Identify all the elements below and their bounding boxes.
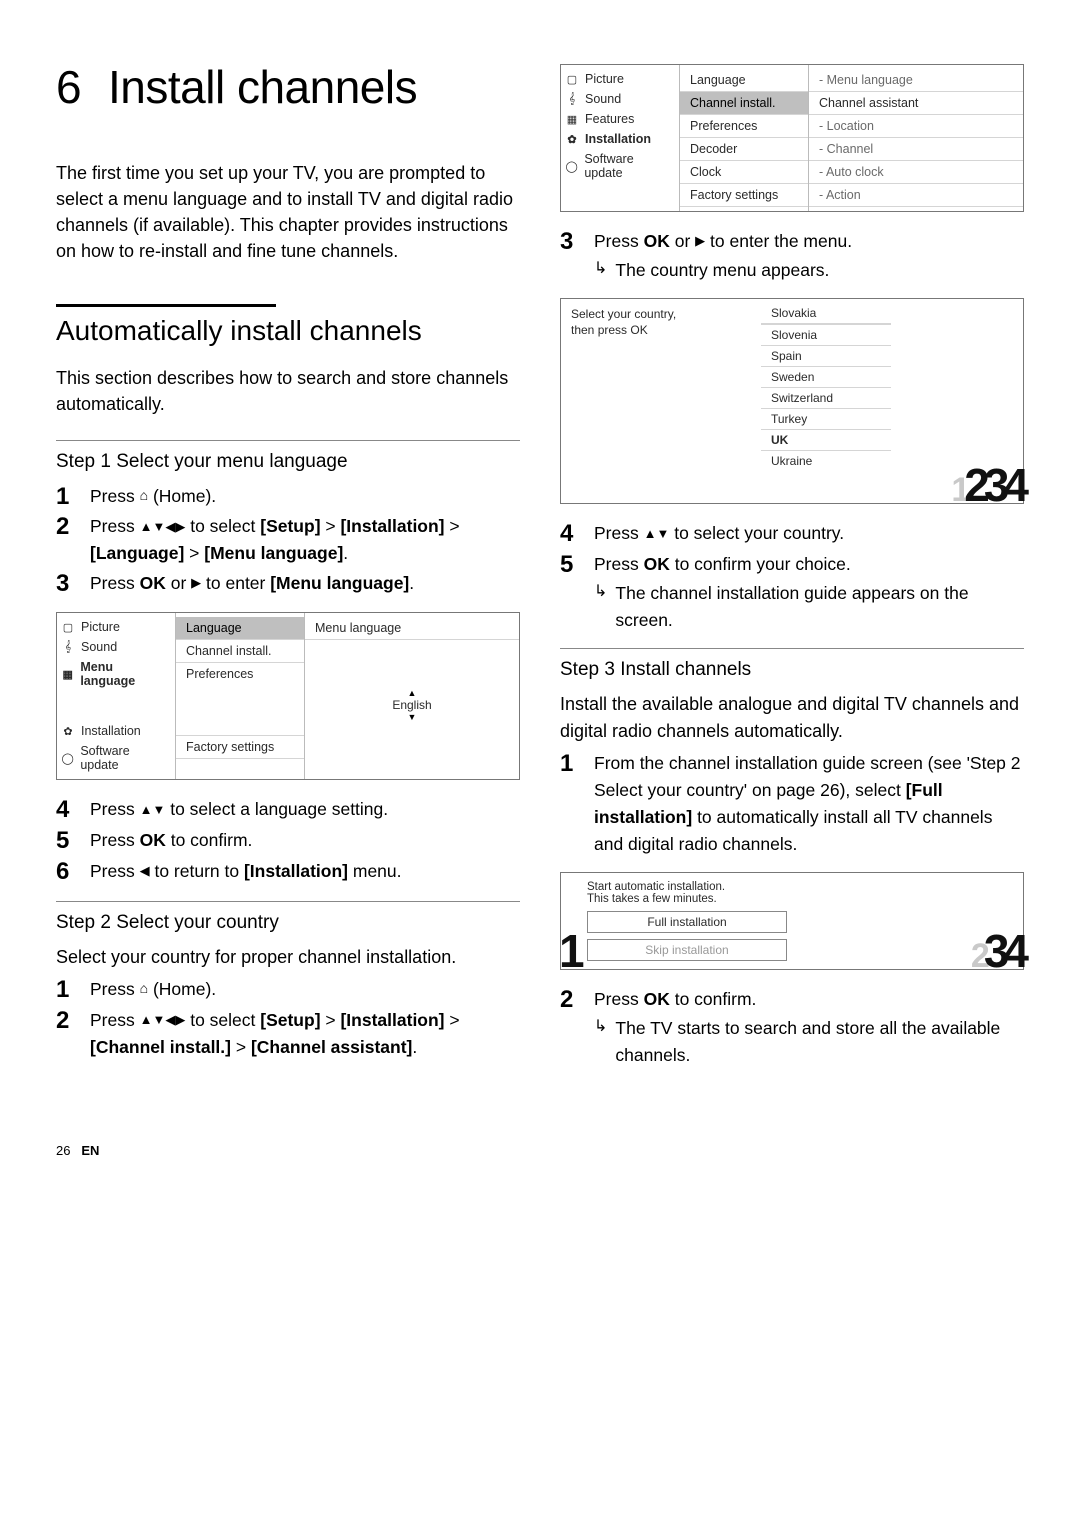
wizard-step-digits: 234 — [971, 932, 1023, 971]
section-heading: Automatically install channels — [56, 315, 520, 347]
step3-lead: Install the available analogue and digit… — [560, 691, 1024, 743]
full-install-ui: 1 Start automatic installation. This tak… — [560, 872, 1024, 970]
channel-install-ui: ▢Picture 𝄞Sound ▦Features ✿Installation … — [560, 64, 1024, 212]
up-down-arrows-icon: ▲▼ — [644, 524, 670, 544]
home-icon: ⌂ — [140, 485, 148, 507]
step3-list-cont: 2 Press OK to confirm. ↳The TV starts to… — [560, 986, 1024, 1069]
step1-heading: Step 1 Select your menu language — [56, 451, 520, 473]
update-icon: ◯ — [565, 159, 578, 173]
country-select-ui: Select your country, then press OK Slova… — [560, 298, 1024, 504]
up-down-arrows-icon: ▲▼ — [140, 800, 166, 820]
nav-arrows-icon: ▲▼◀▶ — [140, 1010, 186, 1030]
menu-language-ui: ▢Picture 𝄞Sound ▦Menu language ✿Installa… — [56, 612, 520, 780]
nav-arrows-icon: ▲▼◀▶ — [140, 517, 186, 537]
wizard-step-digits: 1234 — [951, 466, 1023, 505]
divider — [560, 648, 1024, 649]
chapter-number: 6 — [56, 60, 108, 114]
sound-icon: 𝄞 — [61, 640, 75, 654]
install-icon: ✿ — [565, 132, 579, 146]
step2-list-cont2: 4 Press ▲▼ to select your country. 5 Pre… — [560, 520, 1024, 634]
right-arrow-icon: ▶ — [695, 231, 705, 251]
down-arrow-icon: ▼ — [408, 712, 417, 722]
result-arrow-icon: ↳ — [594, 257, 607, 284]
sound-icon: 𝄞 — [565, 92, 579, 106]
step1-list-cont: 4 Press ▲▼ to select a language setting.… — [56, 796, 520, 886]
up-arrow-icon: ▲ — [408, 688, 417, 698]
update-icon: ◯ — [61, 751, 74, 765]
result-arrow-icon: ↳ — [594, 1015, 607, 1069]
install-icon: ✿ — [61, 724, 75, 738]
right-arrow-icon: ▶ — [191, 573, 201, 593]
skip-install-button: Skip installation — [587, 939, 787, 961]
step2-lead: Select your country for proper channel i… — [56, 944, 520, 970]
section-lead: This section describes how to search and… — [56, 365, 520, 417]
full-install-button: Full installation — [587, 911, 787, 933]
page-footer: 26 EN — [0, 1123, 1080, 1188]
step3-heading: Step 3 Install channels — [560, 659, 1024, 681]
step1-list: 1 Press ⌂ (Home). 2 Press ▲▼◀▶ to select… — [56, 483, 520, 599]
divider — [56, 304, 276, 307]
chapter-intro: The first time you set up your TV, you a… — [56, 160, 520, 264]
divider — [56, 901, 520, 902]
home-icon: ⌂ — [140, 978, 148, 1000]
step2-list: 1 Press ⌂ (Home). 2 Press ▲▼◀▶ to select… — [56, 976, 520, 1061]
chapter-title: Install channels — [108, 61, 417, 113]
divider — [56, 440, 520, 441]
left-arrow-icon: ◀ — [140, 861, 150, 881]
step2-heading: Step 2 Select your country — [56, 912, 520, 934]
step3-list: 1 From the channel installation guide sc… — [560, 750, 1024, 859]
picture-icon: ▢ — [565, 72, 579, 86]
features-icon: ▦ — [565, 112, 579, 126]
features-icon: ▦ — [61, 667, 74, 681]
result-arrow-icon: ↳ — [594, 580, 607, 634]
chapter-heading: 6Install channels — [56, 60, 520, 114]
step2-list-cont: 3 Press OK or ▶ to enter the menu. ↳The … — [560, 228, 1024, 284]
picture-icon: ▢ — [61, 620, 75, 634]
